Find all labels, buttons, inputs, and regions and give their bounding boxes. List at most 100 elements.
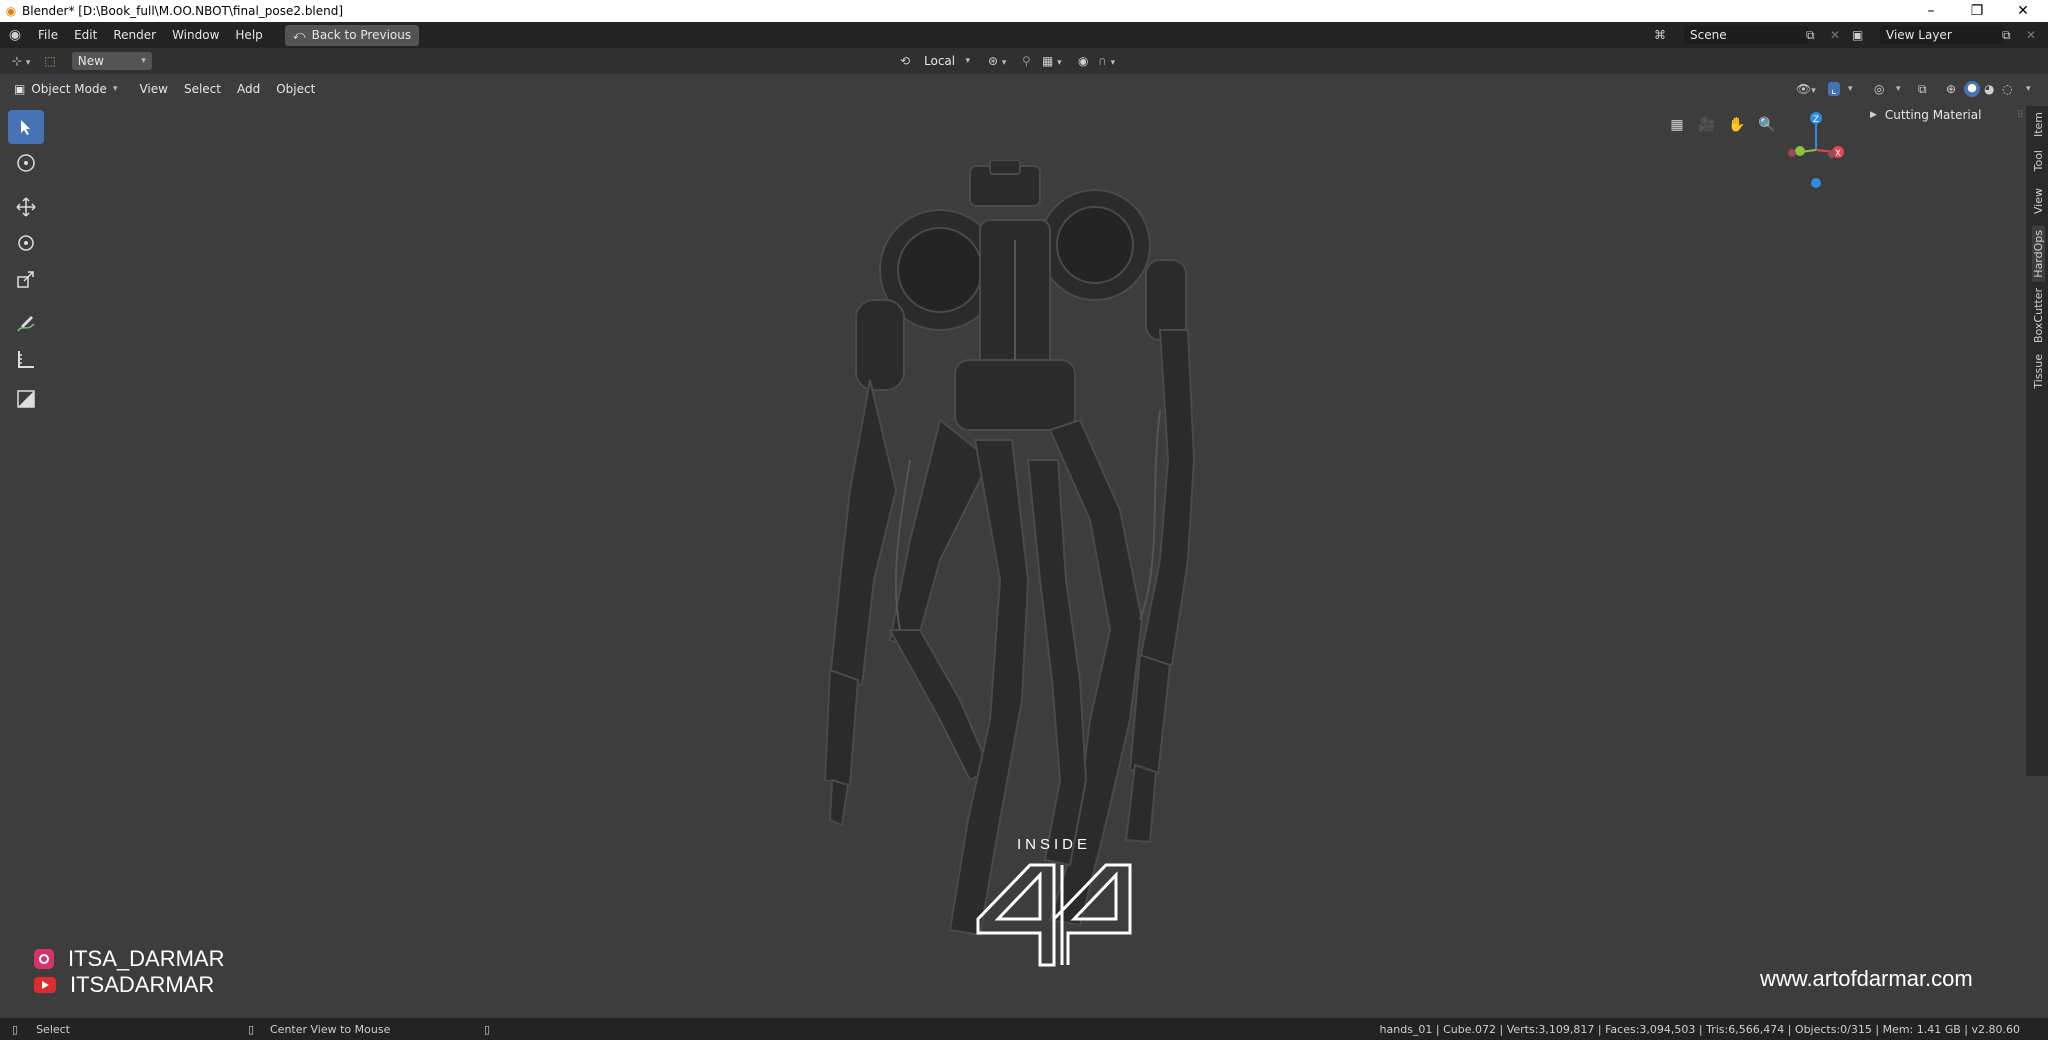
close-button[interactable]: ✕: [2000, 0, 2046, 22]
robot-model[interactable]: [790, 160, 1240, 950]
view-layer-label: View Layer: [1886, 28, 1952, 42]
object-mode-icon: ▣: [14, 82, 26, 96]
tab-hardops[interactable]: HardOps: [2032, 226, 2045, 282]
cutting-material-panel[interactable]: ▶ Cutting Material ⠿: [1870, 104, 2024, 126]
visibility-icon[interactable]: 👁▾: [1796, 82, 1816, 96]
mode-dropdown[interactable]: ▣ Object Mode ▾: [8, 80, 123, 98]
tab-boxcutter[interactable]: BoxCutter: [2032, 288, 2045, 343]
tab-tool[interactable]: Tool: [2032, 150, 2045, 171]
snap-icon[interactable]: ⚲: [1022, 54, 1031, 68]
menu-window[interactable]: Window: [164, 28, 227, 42]
shading-dropdown-icon[interactable]: ▾: [2026, 84, 2031, 94]
gizmo-z-label: Z: [1813, 115, 1819, 125]
gizmo-dropdown-icon[interactable]: ▾: [1848, 84, 1853, 94]
youtube-text: ITSADARMAR: [70, 972, 215, 997]
editor-type-icon[interactable]: ⊹ ▾: [12, 54, 30, 68]
delete-scene-icon[interactable]: ✕: [1830, 28, 1840, 42]
tab-view[interactable]: View: [2032, 188, 2045, 214]
material-shading-icon[interactable]: ◕: [1984, 82, 1994, 96]
window-titlebar: ◉ Blender* [D:\Book_full\M.OO.NBOT\final…: [0, 0, 2048, 22]
youtube-icon: [34, 977, 56, 993]
restore-button[interactable]: ❐: [1954, 0, 2000, 22]
pan-hand-icon[interactable]: ✋: [1724, 112, 1750, 138]
gizmo-toggle-icon[interactable]: ⌞: [1828, 82, 1840, 96]
instagram-text: ITSA_DARMAR: [68, 946, 225, 971]
boxcutter-icon: [17, 390, 35, 408]
mouse-right-icon: ▯: [484, 1022, 491, 1036]
tool-shelf: [8, 110, 46, 418]
ortho-grid-icon[interactable]: ▦: [1664, 112, 1690, 138]
scene-field[interactable]: Scene: [1684, 26, 1808, 44]
instagram-handle: ITSA_DARMAR: [34, 946, 224, 972]
proportional-editing-icon[interactable]: ◉: [1078, 54, 1088, 68]
scene-statistics: hands_01 | Cube.072 | Verts:3,109,817 | …: [1379, 1022, 2020, 1036]
scale-tool[interactable]: [8, 262, 44, 296]
back-to-previous-button[interactable]: ⤺ Back to Previous: [284, 24, 420, 46]
viewport-header: ▣ Object Mode ▾ View Select Add Object 👁…: [0, 76, 2048, 102]
new-scene-icon[interactable]: ⧉: [1806, 28, 1815, 43]
zoom-icon[interactable]: 🔍: [1754, 112, 1780, 138]
logo-inside-word: INSIDE: [1016, 836, 1091, 853]
menu-render[interactable]: Render: [105, 28, 164, 42]
rotate-tool[interactable]: [8, 226, 44, 260]
navigation-gizmo[interactable]: Z X: [1778, 108, 1852, 188]
viewport-menu-add[interactable]: Add: [229, 82, 268, 96]
view-layer-field[interactable]: View Layer: [1880, 26, 2004, 44]
tab-tissue[interactable]: Tissue: [2032, 354, 2045, 389]
status-middle-action: Center View to Mouse: [270, 1022, 391, 1036]
top-menu-bar: ◉ File Edit Render Window Help ⤺ Back to…: [0, 22, 2048, 48]
measure-tool[interactable]: [8, 342, 44, 376]
xray-icon[interactable]: ⧉: [1918, 82, 1927, 97]
gizmo-neg-x[interactable]: [1828, 150, 1836, 158]
viewport-menu-select[interactable]: Select: [176, 82, 229, 96]
gizmo-neg-y[interactable]: [1788, 149, 1796, 157]
gizmo-neg-z[interactable]: [1811, 178, 1821, 188]
gizmo-y-axis[interactable]: [1795, 146, 1805, 156]
new-view-layer-icon[interactable]: ⧉: [2002, 28, 2011, 43]
orientation-dropdown[interactable]: Local ▾: [918, 52, 976, 70]
rendered-shading-icon[interactable]: ◌: [2002, 82, 2012, 96]
cursor-tool[interactable]: [8, 146, 44, 180]
pivot-point-icon[interactable]: ⊛ ▾: [988, 54, 1006, 68]
scene-icon[interactable]: ⌘: [1654, 28, 1666, 42]
website-url: www.artofdarmar.com: [1760, 966, 1973, 991]
chevron-down-icon: ▾: [112, 84, 118, 94]
mouse-middle-icon: ▯: [248, 1022, 255, 1036]
editor-header: ⊹ ▾ ⬚ New ▾ ⟲ Local ▾ ⊛ ▾ ⚲ ▦ ▾ ◉ ∩ ▾: [0, 48, 2048, 74]
select-tool-icon[interactable]: ⬚: [44, 54, 55, 68]
viewport-menu-view[interactable]: View: [131, 82, 175, 96]
back-icon: ⤺: [292, 27, 306, 42]
annotate-tool[interactable]: [8, 306, 44, 340]
window-title: Blender* [D:\Book_full\M.OO.NBOT\final_p…: [22, 4, 344, 18]
menu-file[interactable]: File: [30, 28, 66, 42]
view-layer-icon[interactable]: ▣: [1852, 28, 1863, 42]
snap-target-icon[interactable]: ▦ ▾: [1042, 54, 1062, 68]
menu-help[interactable]: Help: [227, 28, 270, 42]
falloff-icon[interactable]: ∩ ▾: [1098, 54, 1115, 68]
overlays-dropdown-icon[interactable]: ▾: [1896, 84, 1901, 94]
select-box-tool[interactable]: [8, 110, 44, 144]
boxcutter-tool[interactable]: [8, 382, 44, 416]
viewport-menu-object[interactable]: Object: [268, 82, 323, 96]
delete-view-layer-icon[interactable]: ✕: [2026, 28, 2036, 42]
youtube-handle: ITSADARMAR: [34, 972, 214, 998]
sidebar-tabs: Item Tool View HardOps BoxCutter Tissue: [2026, 106, 2048, 776]
orientation-label: Local: [924, 54, 956, 68]
cursor-arrow-icon: [21, 120, 30, 135]
status-bar: ▯ Select ▯ Center View to Mouse ▯ hands_…: [0, 1018, 2048, 1040]
panel-collapse-icon: ▶: [1870, 110, 1877, 120]
cutting-material-title: Cutting Material: [1884, 108, 1982, 122]
camera-view-icon[interactable]: 🎥: [1694, 112, 1720, 138]
3d-cursor-icon: [17, 154, 35, 172]
overlays-icon[interactable]: ◎: [1874, 82, 1884, 96]
new-dropdown[interactable]: New ▾: [71, 52, 152, 70]
drag-handle-icon[interactable]: ⠿: [2017, 110, 2024, 121]
move-tool[interactable]: [8, 190, 44, 224]
chevron-down-icon: ▾: [141, 56, 146, 66]
menu-edit[interactable]: Edit: [66, 28, 105, 42]
solid-shading-icon[interactable]: ●: [1964, 81, 1980, 97]
minimize-button[interactable]: –: [1908, 0, 1954, 22]
tab-item[interactable]: Item: [2032, 112, 2045, 137]
blender-menu-icon[interactable]: ◉: [0, 27, 30, 43]
wireframe-shading-icon[interactable]: ⊕: [1946, 82, 1956, 96]
